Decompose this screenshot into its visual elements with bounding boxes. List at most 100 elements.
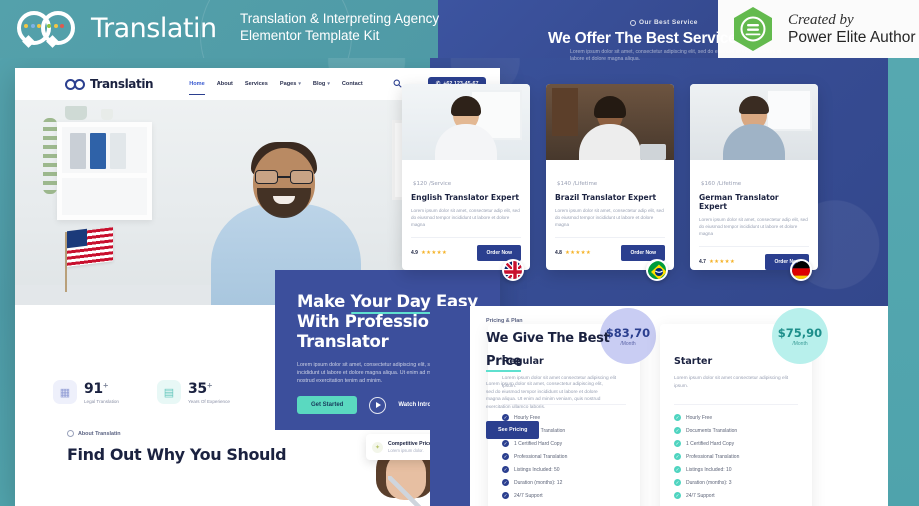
nav-item-blog[interactable]: Blog ▾ [313,81,330,87]
service-price-value: $140 [557,181,571,187]
plan-feature: ✓ Listings Included: 10 [674,466,732,473]
check-icon: ✓ [502,492,509,499]
rating-value: 4.9 [411,250,418,256]
service-price: $140/Lifetime [555,174,665,188]
service-price: $120/Service [411,174,521,188]
service-card[interactable]: $140/Lifetime Brazil Translator Expert L… [546,84,674,281]
plan-feature: ✓ Professional Translation [502,453,568,460]
nav-item-about[interactable]: About [217,81,233,87]
plan-feature: ✓ 24/7 Support [674,492,715,499]
service-card-footer: 4.8 ★★★★★ Order Now [555,237,665,261]
watch-intro-label[interactable]: Watch Intro [398,402,431,408]
service-title: German Translator Expert [699,193,779,211]
hero-heading-line3: Translator [297,332,389,351]
check-icon: ✓ [502,466,509,473]
binder-blue [90,133,106,169]
check-icon: ✓ [674,414,681,421]
service-card-footer: 4.9 ★★★★★ Order Now [411,237,521,261]
service-description: Lorem ipsum dolor sit amet, consectetur … [411,208,520,227]
germany-flag-icon [790,259,812,281]
hero-heading-part1: Make [297,292,351,311]
plant-pot-prop [65,106,87,120]
stat-number: 35+ [188,381,213,397]
banner-tagline: Translation & Interpreting Agency Elemen… [240,10,440,44]
whiteboard-prop [766,89,812,131]
check-icon: ✓ [674,479,681,486]
service-card-body: $140/Lifetime Brazil Translator Expert L… [546,160,674,270]
check-icon: ✓ [674,440,681,447]
plan-feature: ✓ Duration (months): 3 [674,479,732,486]
pricing-plan-card[interactable]: $75,90 /Month Starter Lorem ipsum dolor … [660,308,828,506]
pricing-intro-kicker: Pricing & Plan [486,318,523,324]
chevron-down-icon: ▾ [298,81,301,87]
plan-feature-list: ✓Hourly Free ✓Documents Translation ✓1 C… [674,404,798,499]
pricing-intro-heading-line1: We Give The Best [486,331,610,346]
service-card-body: $120/Service English Translator Expert L… [402,160,530,270]
small-pot-prop [101,109,113,120]
stat-text: 91+ Legal Translation [84,380,119,404]
service-rating: 4.9 ★★★★★ [411,250,447,256]
screenshot-stage: Translatin Translation & Interpreting Ag… [0,0,919,506]
flag-canton [67,228,87,249]
service-cards-strip: $120/Service English Translator Expert L… [402,84,890,281]
plan-feature: ✓ Hourly Free [674,414,713,421]
pricing-intro-block: Pricing & Plan We Give The Best Price Lo… [486,318,610,439]
laptop-prop [640,144,666,160]
badge-subtitle: Lorem ipsum dolor. [388,448,424,453]
search-icon[interactable] [393,75,402,93]
check-icon: ✓ [674,453,681,460]
logo-circle-right-icon [74,78,85,90]
pricing-intro-paragraph: Lorem ipsum dolor sit amet, consectetur … [486,382,603,410]
service-rating: 4.7 ★★★★★ [699,259,735,265]
service-card[interactable]: $160/Lifetime German Translator Expert L… [690,84,818,281]
nav-item-pages[interactable]: Pages ▾ [280,81,301,87]
nav-item-services[interactable]: Services [245,81,268,87]
rating-stars-icon: ★★★★★ [420,250,448,256]
power-elite-author-badge: Created by Power Elite Author [729,5,916,53]
rating-stars-icon: ★★★★★ [564,250,592,256]
service-description: Lorem ipsum dolor sit amet, consectetur … [555,208,664,227]
service-price-period: /Lifetime [717,181,742,187]
plan-price: $75,90 [777,325,823,340]
stats-row: ▦ 91+ Legal Translation ▤ 35+ Years Of E… [15,368,275,416]
stat-label: Years Of Experience [188,399,230,404]
plan-feature: ✓ Listings Included: 50 [502,466,560,473]
check-icon: ✓ [674,466,681,473]
service-price: $160/Lifetime [699,174,809,188]
brand-wordmark: Translatin [91,12,217,44]
rating-value: 4.7 [699,259,706,265]
nav-item-contact[interactable]: Contact [342,81,363,87]
promo-banner: Translatin Translation & Interpreting Ag… [0,0,919,62]
brand-logo: Translatin [17,9,217,48]
target-icon [67,430,74,437]
badge-title: Competitive Price [388,441,432,447]
document-grid-icon: ▦ [53,380,77,404]
glasses-icon [255,170,313,184]
uk-flag-icon [502,259,524,281]
site-logo[interactable]: Translatin [65,77,154,91]
nav-item-home[interactable]: Home [189,81,205,95]
plan-feature: ✓ 24/7 Support [502,492,543,499]
service-description: Lorem ipsum dolor sit amet, consectetur … [699,217,808,236]
play-button-icon[interactable] [369,396,387,414]
plant-vine-prop [43,118,57,194]
check-icon: ✓ [674,492,681,499]
check-icon: ✓ [502,440,509,447]
service-title: Brazil Translator Expert [555,193,657,202]
plan-price-bubble: $75,90 /Month [772,308,828,364]
site-brand-name: Translatin [90,77,154,91]
banner-kicker: Our Best Service [630,19,698,26]
see-pricing-button[interactable]: See Pricing [486,421,540,439]
get-started-button[interactable]: Get Started [297,396,358,414]
rating-stars-icon: ★★★★★ [708,259,736,265]
author-label: Power Elite Author [788,28,916,46]
stat-number: 91+ [84,381,109,397]
created-by-label: Created by [788,11,854,28]
service-price-period: /Service [429,181,452,187]
plan-feature: ✓ Duration (months): 12 [502,479,563,486]
logo-dots-right [47,24,64,28]
about-kicker-label: About Translatin [78,430,121,437]
service-card[interactable]: $120/Service English Translator Expert L… [402,84,530,281]
banner-tagline-line1: Translation & Interpreting Agency [240,11,440,26]
check-icon: ✓ [502,479,509,486]
